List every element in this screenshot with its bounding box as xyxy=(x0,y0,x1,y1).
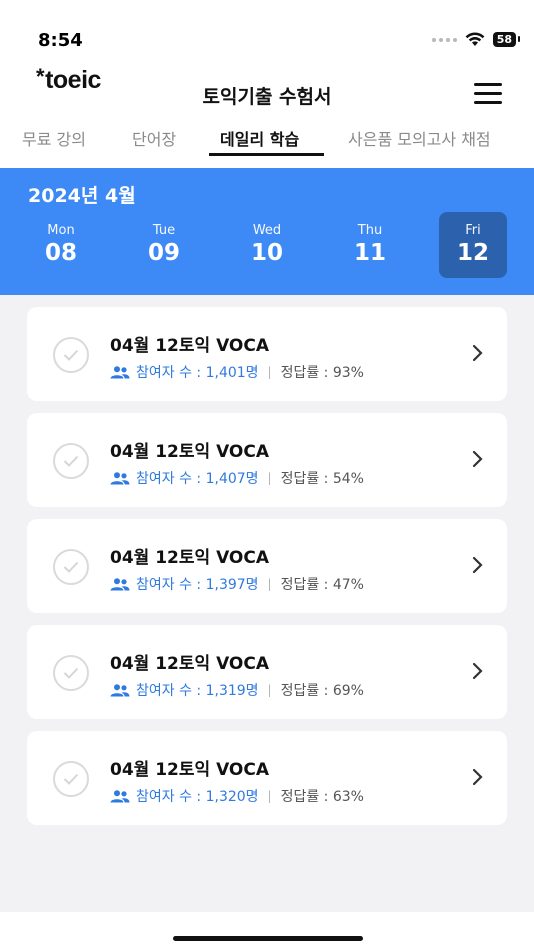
tab-free-lectures[interactable]: 무료 강의 xyxy=(22,126,86,150)
quiz-card[interactable]: 04월 12토익 VOCA 참여자 수 : 1,397명 | 정답률 : 47% xyxy=(27,519,507,613)
check-circle-icon xyxy=(53,549,89,585)
day-number: 09 xyxy=(147,240,180,266)
battery-icon: 58 xyxy=(492,32,521,47)
divider: | xyxy=(267,365,272,379)
day-mon[interactable]: Mon 08 xyxy=(27,212,95,278)
card-title: 04월 12토익 VOCA xyxy=(110,442,270,462)
status-bar: 8:54 58 xyxy=(0,0,534,62)
check-circle-icon xyxy=(53,655,89,691)
quiz-card[interactable]: 04월 12토익 VOCA 참여자 수 : 1,401명 | 정답률 : 93% xyxy=(27,307,507,401)
chevron-right-icon xyxy=(472,344,483,362)
chevron-right-icon xyxy=(472,556,483,574)
correct-rate: 정답률 : 69% xyxy=(280,683,364,699)
check-circle-icon xyxy=(53,443,89,479)
page-title: 토익기출 수험서 xyxy=(202,86,332,108)
participant-count: 참여자 수 : 1,320명 xyxy=(136,789,259,805)
day-number: 12 xyxy=(456,240,489,266)
day-tue[interactable]: Tue 09 xyxy=(130,212,198,278)
people-icon xyxy=(110,789,130,802)
card-title: 04월 12토익 VOCA xyxy=(110,336,270,356)
status-icons: 58 xyxy=(431,32,521,47)
quiz-card[interactable]: 04월 12토익 VOCA 참여자 수 : 1,319명 | 정답률 : 69% xyxy=(27,625,507,719)
card-meta: 참여자 수 : 1,320명 | 정답률 : 63% xyxy=(110,786,364,806)
day-of-week: Thu xyxy=(357,223,383,238)
status-time: 8:54 xyxy=(38,30,83,51)
active-tab-indicator xyxy=(209,153,324,156)
correct-rate: 정답률 : 47% xyxy=(280,577,364,593)
card-meta: 참여자 수 : 1,319명 | 정답률 : 69% xyxy=(110,680,364,700)
correct-rate: 정답률 : 54% xyxy=(280,471,364,487)
quiz-card[interactable]: 04월 12토익 VOCA 참여자 수 : 1,320명 | 정답률 : 63% xyxy=(27,731,507,825)
menu-icon[interactable] xyxy=(474,83,502,105)
divider: | xyxy=(267,577,272,591)
date-panel: 2024년 4월 Mon 08 Tue 09 Wed 10 Thu 11 Fri… xyxy=(0,168,534,295)
divider: | xyxy=(267,471,272,485)
card-title: 04월 12토익 VOCA xyxy=(110,548,270,568)
day-number: 11 xyxy=(353,240,386,266)
day-number: 08 xyxy=(44,240,77,266)
home-bar[interactable] xyxy=(173,936,363,941)
people-icon xyxy=(110,365,130,378)
chevron-right-icon xyxy=(472,450,483,468)
card-meta: 참여자 수 : 1,407명 | 정답률 : 54% xyxy=(110,468,364,488)
app-header: *toeic 토익기출 수험서 xyxy=(0,62,534,116)
wifi-icon xyxy=(465,32,485,46)
card-title: 04월 12토익 VOCA xyxy=(110,760,270,780)
daily-quiz-list: 04월 12토익 VOCA 참여자 수 : 1,401명 | 정답률 : 93%… xyxy=(27,307,507,837)
chevron-right-icon xyxy=(472,662,483,680)
divider: | xyxy=(267,683,272,697)
people-icon xyxy=(110,683,130,696)
day-of-week: Wed xyxy=(252,223,282,238)
tab-bar: 무료 강의 단어장 데일리 학습 사은품 모의고사 채점 xyxy=(0,116,534,168)
day-of-week: Mon xyxy=(47,223,75,238)
signal-dots-icon xyxy=(431,37,457,42)
participant-count: 참여자 수 : 1,319명 xyxy=(136,683,259,699)
day-thu[interactable]: Thu 11 xyxy=(336,212,404,278)
correct-rate: 정답률 : 63% xyxy=(280,789,364,805)
tab-vocabulary[interactable]: 단어장 xyxy=(132,126,176,150)
tab-mock-test-grading[interactable]: 사은품 모의고사 채점 xyxy=(348,126,491,150)
card-title: 04월 12토익 VOCA xyxy=(110,654,270,674)
check-circle-icon xyxy=(53,337,89,373)
day-fri-selected[interactable]: Fri 12 xyxy=(439,212,507,278)
tab-daily-study[interactable]: 데일리 학습 xyxy=(220,126,299,150)
check-circle-icon xyxy=(53,761,89,797)
people-icon xyxy=(110,577,130,590)
home-indicator xyxy=(0,912,534,950)
card-meta: 참여자 수 : 1,397명 | 정답률 : 47% xyxy=(110,574,364,594)
day-of-week: Tue xyxy=(152,223,176,238)
participant-count: 참여자 수 : 1,407명 xyxy=(136,471,259,487)
divider: | xyxy=(267,789,272,803)
day-wed[interactable]: Wed 10 xyxy=(233,212,301,278)
quiz-card[interactable]: 04월 12토익 VOCA 참여자 수 : 1,407명 | 정답률 : 54% xyxy=(27,413,507,507)
card-meta: 참여자 수 : 1,401명 | 정답률 : 93% xyxy=(110,362,364,382)
day-of-week: Fri xyxy=(465,223,481,238)
day-number: 10 xyxy=(250,240,283,266)
participant-count: 참여자 수 : 1,397명 xyxy=(136,577,259,593)
people-icon xyxy=(110,471,130,484)
month-label: 2024년 4월 xyxy=(28,185,136,207)
participant-count: 참여자 수 : 1,401명 xyxy=(136,365,259,381)
correct-rate: 정답률 : 93% xyxy=(280,365,364,381)
chevron-right-icon xyxy=(472,768,483,786)
